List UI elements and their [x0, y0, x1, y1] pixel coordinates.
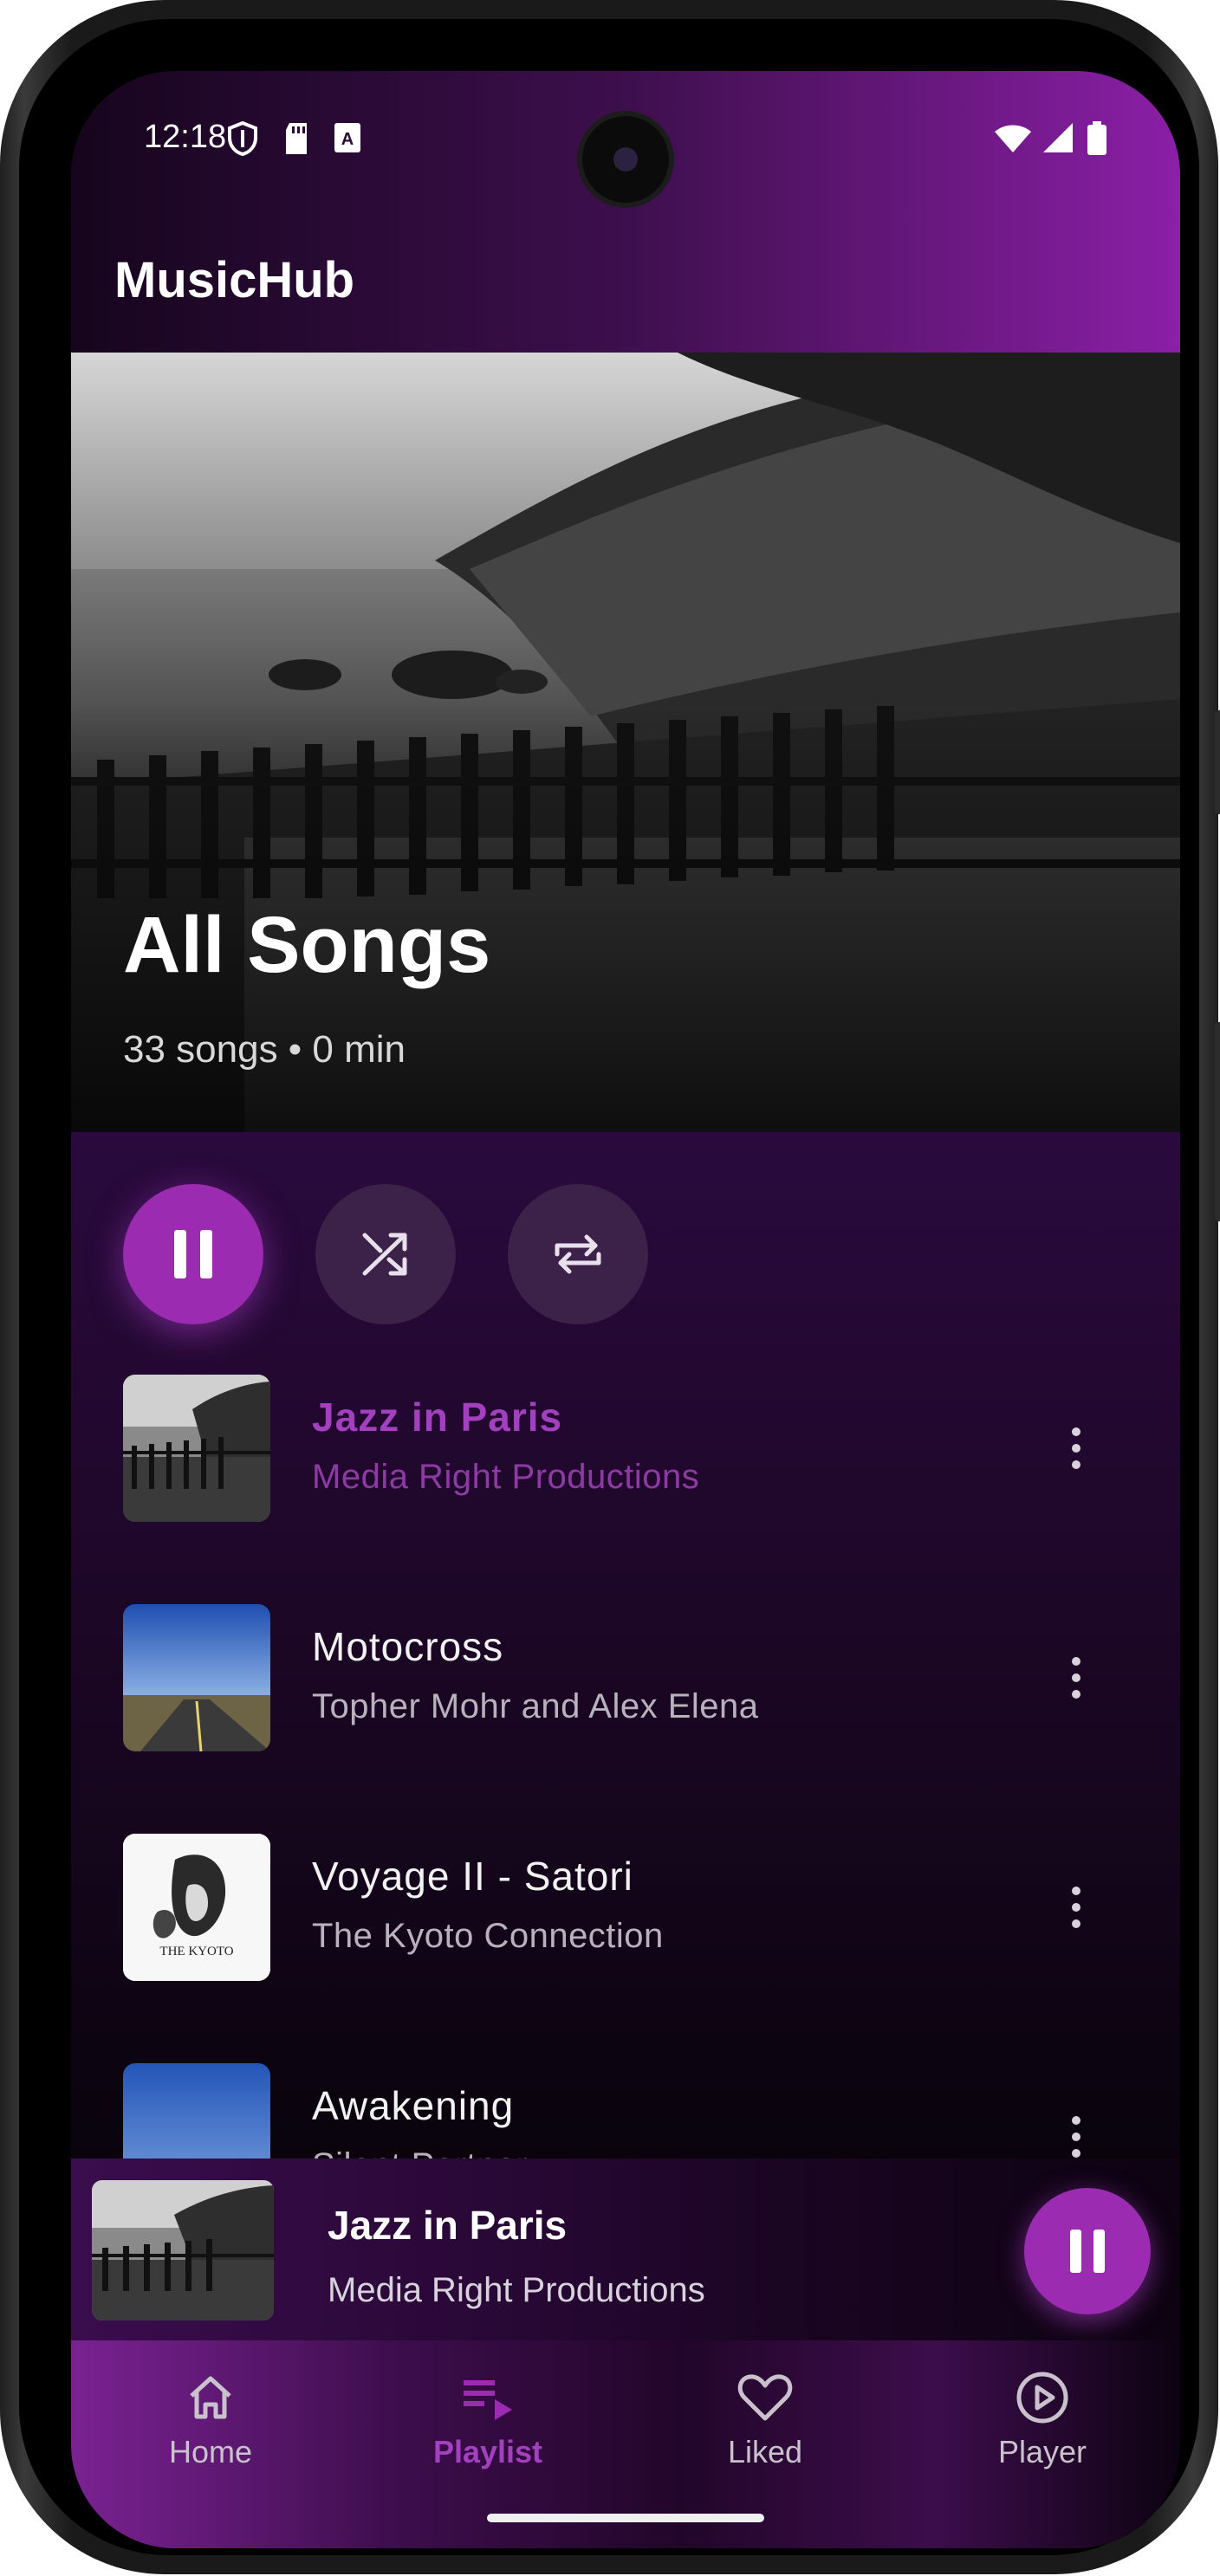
song-thumbnail — [123, 1375, 270, 1522]
song-thumbnail-image — [123, 1604, 270, 1751]
home-indicator[interactable] — [487, 2514, 764, 2522]
phone-bezel: 12:18 A MusicHub All Songs 33 songs • 0 … — [19, 19, 1199, 2555]
battery-icon — [1087, 121, 1106, 155]
now-playing-title: Jazz in Paris — [328, 2203, 568, 2248]
volume-up-button — [1215, 710, 1220, 814]
nav-label: Player — [997, 2434, 1087, 2469]
playlist-cover: All Songs 33 songs • 0 min — [71, 353, 1180, 1132]
nav-player[interactable]: Player — [956, 2366, 1129, 2470]
status-time: 12:18 — [144, 119, 227, 155]
nav-playlist[interactable]: Playlist — [401, 2366, 574, 2470]
mini-player[interactable]: Jazz in Paris Media Right Productions — [71, 2159, 1180, 2340]
playlist-icon — [464, 2380, 512, 2420]
song-row-motocross[interactable]: Motocross Topher Mohr and Alex Elena — [71, 1604, 1180, 1777]
song-title: Jazz in Paris — [312, 1395, 563, 1440]
pause-icon — [174, 1230, 212, 1278]
song-row-jazz-in-paris[interactable]: Jazz in Paris Media Right Productions — [71, 1375, 1180, 1548]
home-icon — [190, 2376, 231, 2419]
song-title: Awakening — [312, 2083, 515, 2128]
play-circle-icon — [1016, 2372, 1068, 2424]
song-artist: The Kyoto Connection — [312, 1917, 664, 1955]
power-button — [1215, 1022, 1220, 1221]
song-title: Voyage II - Satori — [312, 1854, 633, 1899]
svg-text:A: A — [341, 130, 354, 149]
song-list-area: Jazz in Paris Media Right Productions Mo… — [71, 1132, 1180, 2301]
song-row-voyage-ii[interactable]: THE KYOTO Voyage II - Satori The Kyoto C… — [71, 1834, 1180, 2007]
more-options-icon[interactable] — [1050, 1414, 1102, 1483]
song-artist: Media Right Productions — [312, 1458, 700, 1496]
nav-label: Home — [168, 2434, 253, 2469]
playlist-summary: 33 songs • 0 min — [123, 1028, 406, 1071]
shield-icon — [228, 121, 257, 156]
app-title: MusicHub — [114, 252, 355, 308]
song-thumbnail — [123, 1604, 270, 1751]
album-art-text: THE KYOTO — [159, 1945, 234, 1958]
playlist-title: All Songs — [123, 901, 491, 989]
mini-player-thumbnail — [92, 2180, 274, 2320]
nav-label: Liked — [727, 2434, 803, 2469]
signal-icon — [1043, 123, 1073, 152]
cover-image — [71, 353, 1180, 1132]
sd-card-icon — [286, 123, 307, 154]
song-artist: Topher Mohr and Alex Elena — [312, 1687, 759, 1725]
repeat-button[interactable] — [508, 1184, 648, 1324]
keyboard-a-icon: A — [334, 123, 360, 152]
song-thumbnail-image — [123, 1375, 270, 1522]
song-thumbnail: THE KYOTO — [123, 1834, 270, 1981]
now-playing-artist: Media Right Productions — [328, 2271, 705, 2309]
shuffle-icon — [362, 1233, 407, 1276]
wifi-icon — [995, 125, 1031, 152]
song-title: Motocross — [312, 1624, 504, 1669]
screen: 12:18 A MusicHub All Songs 33 songs • 0 … — [71, 71, 1180, 2548]
status-bar: 12:18 A — [71, 71, 1180, 203]
pause-icon — [1070, 2230, 1105, 2273]
mini-player-artwork — [92, 2180, 274, 2320]
pause-all-button[interactable] — [123, 1184, 263, 1324]
more-options-icon[interactable] — [1050, 1873, 1102, 1942]
repeat-icon — [555, 1234, 601, 1274]
nav-liked[interactable]: Liked — [678, 2366, 852, 2470]
phone-frame: 12:18 A MusicHub All Songs 33 songs • 0 … — [0, 0, 1220, 2574]
shuffle-button[interactable] — [315, 1184, 456, 1324]
nav-home[interactable]: Home — [124, 2366, 297, 2470]
front-camera — [582, 116, 669, 203]
app-header: 12:18 A MusicHub — [71, 71, 1180, 353]
more-options-icon[interactable] — [1050, 1643, 1102, 1712]
nav-label: Playlist — [432, 2434, 543, 2469]
heart-icon — [737, 2374, 793, 2421]
mini-player-pause-button[interactable] — [1024, 2188, 1151, 2314]
